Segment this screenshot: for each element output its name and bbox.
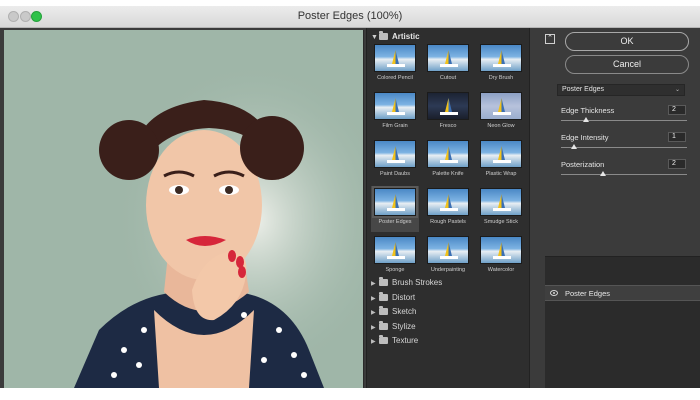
folder-icon — [379, 291, 388, 301]
filter-item[interactable]: Colored Pencil — [371, 42, 419, 88]
filter-category[interactable]: ▶ Stylize — [371, 320, 527, 334]
folder-icon — [379, 31, 388, 40]
filter-thumbnail — [427, 92, 469, 120]
bottom-margin — [0, 388, 700, 400]
filter-label: Paint Daubs — [380, 171, 410, 177]
ok-button[interactable]: OK — [565, 32, 689, 51]
collapse-gallery-button[interactable]: ⌃ — [545, 34, 555, 44]
param-slider-thumb[interactable] — [599, 171, 606, 176]
filter-gallery-dialog: ▼ Artistic Colored Pencil Cutout Dry Brush F… — [0, 28, 700, 388]
preview-image — [4, 30, 363, 388]
filter-category[interactable]: ▶ Distort — [371, 291, 527, 305]
filter-item[interactable]: Dry Brush — [477, 42, 525, 88]
filter-label: Plastic Wrap — [485, 171, 517, 177]
filter-item[interactable]: Film Grain — [371, 90, 419, 136]
filter-label: Neon Glow — [487, 123, 515, 129]
filter-category[interactable]: ▶ Brush Strokes — [371, 276, 527, 290]
filter-category[interactable]: ▶ Sketch — [371, 305, 527, 319]
filter-item[interactable]: Watercolor — [477, 234, 525, 280]
filter-select-value: Poster Edges — [562, 86, 605, 93]
window-title: Poster Edges (100%) — [297, 10, 403, 22]
param-label: Edge Thickness — [561, 106, 615, 115]
effect-layers-panel: Poster Edges — [545, 256, 700, 388]
filter-item[interactable]: Rough Pastels — [424, 186, 472, 232]
filter-thumbnail — [372, 186, 418, 218]
filter-item[interactable]: Smudge Stick — [477, 186, 525, 232]
filter-category-label: Distort — [392, 292, 416, 302]
filter-label: Film Grain — [382, 123, 408, 129]
param-label: Posterization — [561, 160, 605, 169]
filter-category[interactable]: ▶ Texture — [371, 334, 527, 348]
filter-category-label: Stylize — [392, 321, 416, 331]
folder-icon — [379, 306, 388, 315]
param-slider-thumb[interactable] — [570, 144, 577, 149]
filter-label: Palette Knife — [432, 171, 464, 177]
filter-thumbnail — [480, 92, 522, 120]
param-slider-thumb[interactable] — [583, 117, 590, 122]
title-bar: Poster Edges (100%) — [0, 6, 700, 28]
filter-thumbnail — [427, 188, 469, 216]
filter-item[interactable]: Fresco — [424, 90, 472, 136]
filter-item[interactable]: Cutout — [424, 42, 472, 88]
image-preview[interactable] — [4, 30, 364, 388]
collapsed-triangle-icon: ▶ — [371, 281, 376, 287]
collapsed-triangle-icon: ▶ — [371, 339, 376, 345]
collapsed-triangle-icon: ▶ — [371, 295, 376, 302]
effect-layer-row[interactable]: Poster Edges — [545, 285, 700, 301]
chevron-down-icon: ⌄ — [674, 87, 680, 93]
filter-label: Poster Edges — [378, 219, 412, 225]
filter-thumbnail — [374, 92, 416, 120]
filter-label: Watercolor — [487, 267, 515, 273]
param-value-field[interactable]: 2 — [668, 159, 686, 169]
folder-icon — [379, 335, 388, 344]
eye-icon[interactable] — [550, 290, 558, 296]
filter-item[interactable]: Poster Edges — [371, 186, 419, 232]
filter-label: Smudge Stick — [484, 219, 518, 225]
filter-category-label: Sketch — [392, 307, 417, 316]
filter-item[interactable]: Palette Knife — [424, 138, 472, 184]
filter-label: Rough Pastels — [430, 219, 466, 225]
filter-thumbnail — [427, 236, 469, 264]
filter-label: Cutout — [439, 75, 457, 81]
filter-thumbnail — [427, 44, 469, 72]
filter-label: Fresco — [439, 123, 457, 129]
cancel-button[interactable]: Cancel — [565, 55, 689, 74]
filter-thumbnail — [480, 188, 522, 216]
filter-thumbnail — [374, 140, 416, 168]
filter-select[interactable]: Poster Edges ⌄ — [557, 84, 685, 96]
filter-thumbnail — [480, 236, 522, 264]
filter-label: Sponge — [385, 267, 405, 273]
filter-thumbnail — [427, 140, 469, 168]
param-label: Edge Intensity — [561, 133, 609, 142]
collapsed-triangle-icon: ▶ — [371, 310, 376, 316]
filter-label: Dry Brush — [488, 75, 514, 81]
filter-item[interactable]: Neon Glow — [477, 90, 525, 136]
collapsed-triangle-icon: ▶ — [371, 324, 376, 331]
filter-thumbnail — [374, 236, 416, 264]
filter-category-label: Texture — [392, 336, 419, 345]
filter-thumbnail — [480, 44, 522, 72]
filter-item[interactable]: Plastic Wrap — [477, 138, 525, 184]
effect-layer-name: Poster Edges — [565, 289, 611, 298]
filter-label: Colored Pencil — [377, 75, 413, 81]
folder-icon — [379, 277, 388, 286]
settings-panel: ⌃ OK Cancel Poster Edges ⌄ Edge Thicknes… — [531, 28, 700, 388]
filter-gallery: ▼ Artistic Colored Pencil Cutout Dry Brush F… — [366, 28, 530, 388]
param-slider-track[interactable] — [561, 174, 687, 175]
param-value-field[interactable]: 1 — [668, 132, 686, 142]
param-value-field[interactable]: 2 — [668, 105, 686, 115]
filter-label: Underpainting — [430, 267, 466, 273]
filter-item[interactable]: Paint Daubs — [371, 138, 419, 184]
folder-icon — [379, 320, 388, 330]
filter-thumbnail — [374, 44, 416, 72]
param-slider-track[interactable] — [561, 147, 687, 148]
filter-thumbnail — [480, 140, 522, 168]
filter-category-label: Brush Strokes — [392, 278, 443, 287]
filter-item[interactable]: Underpainting — [424, 234, 472, 280]
filter-item[interactable]: Sponge — [371, 234, 419, 280]
param-slider-track[interactable] — [561, 120, 687, 121]
